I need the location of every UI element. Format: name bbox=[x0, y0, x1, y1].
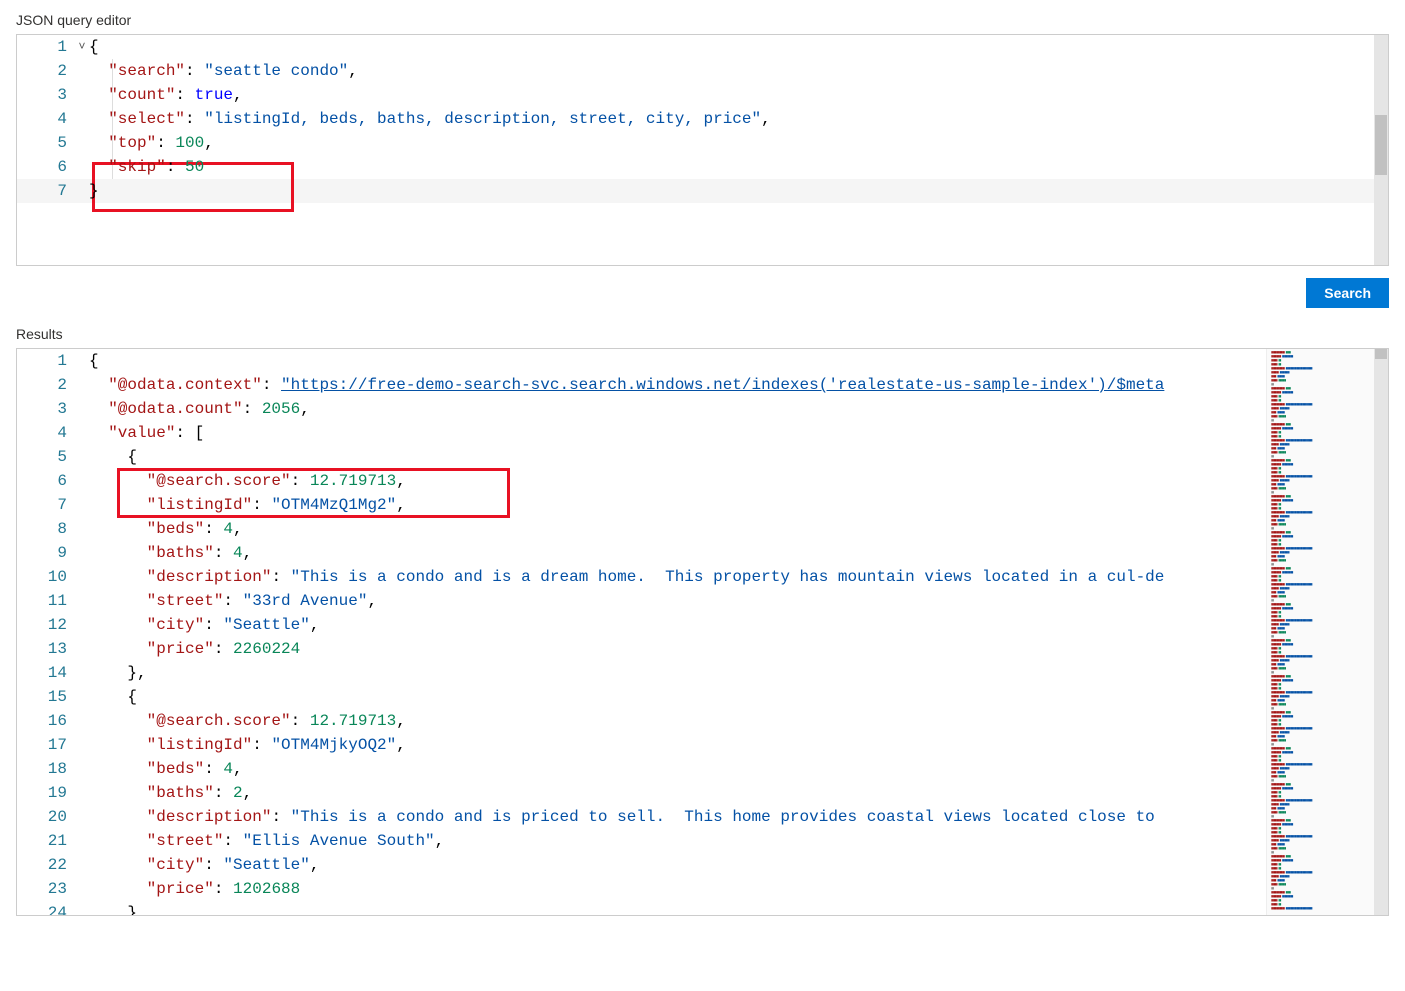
results-label: Results bbox=[16, 326, 1389, 342]
results-code-content: 1{2 "@odata.context": "https://free-demo… bbox=[17, 349, 1388, 915]
query-editor-label: JSON query editor bbox=[16, 12, 1389, 28]
results-viewer[interactable]: 1{2 "@odata.context": "https://free-demo… bbox=[16, 348, 1389, 916]
search-button[interactable]: Search bbox=[1306, 278, 1389, 308]
json-query-editor[interactable]: 1˅{2 "search": "seattle condo",3 "count"… bbox=[16, 34, 1389, 266]
query-code-content[interactable]: 1˅{2 "search": "seattle condo",3 "count"… bbox=[17, 35, 1388, 203]
